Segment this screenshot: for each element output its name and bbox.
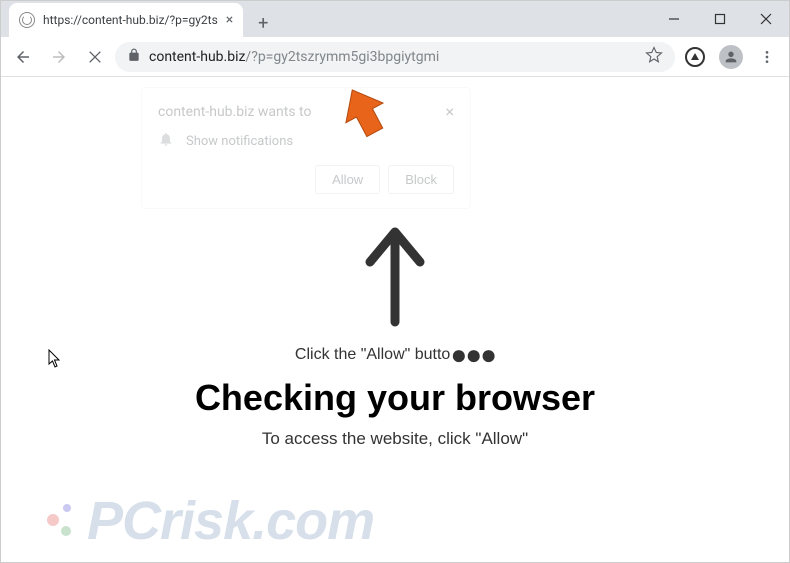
maximize-icon (714, 13, 726, 25)
page-subtext: To access the website, click "Allow" (1, 429, 789, 449)
forward-button[interactable] (43, 41, 75, 73)
new-tab-button[interactable]: + (249, 9, 277, 37)
window-minimize-button[interactable] (651, 3, 697, 35)
star-icon[interactable] (645, 46, 663, 68)
lock-icon (127, 48, 141, 66)
notification-close-icon[interactable]: × (445, 102, 454, 121)
arrow-right-icon (50, 48, 68, 66)
notification-prompt: content-hub.biz wants to × Show notifica… (141, 87, 471, 209)
tab-strip: https://content-hub.biz/?p=gy2ts × + (1, 1, 789, 37)
extension-icon (685, 47, 705, 67)
menu-button[interactable] (751, 41, 783, 73)
kebab-icon (759, 49, 775, 65)
minimize-icon (668, 13, 680, 25)
tab-title: https://content-hub.biz/?p=gy2ts (43, 13, 218, 27)
allow-button[interactable]: Allow (315, 165, 380, 194)
browser-window: https://content-hub.biz/?p=gy2ts × + (0, 0, 790, 563)
x-icon (87, 49, 103, 65)
window-close-button[interactable] (743, 3, 789, 35)
extension-button[interactable] (679, 41, 711, 73)
browser-tab[interactable]: https://content-hub.biz/?p=gy2ts × (9, 3, 243, 37)
close-icon (760, 13, 772, 25)
tab-loading-icon (19, 12, 35, 28)
page-content: content-hub.biz wants to × Show notifica… (1, 77, 789, 562)
watermark: PCrisk.com (41, 490, 374, 552)
url-path: /?p=gy2tszrymm5gi3bpgiytgmi (245, 49, 439, 65)
bell-icon (158, 131, 174, 151)
watermark-logo-icon (41, 494, 95, 548)
animated-dots: ●●● (450, 339, 495, 370)
profile-button[interactable] (715, 41, 747, 73)
url-text: content-hub.biz/?p=gy2tszrymm5gi3bpgiytg… (149, 49, 637, 65)
watermark-text: PCrisk.com (87, 490, 374, 552)
window-maximize-button[interactable] (697, 3, 743, 35)
page-main: Click the "Allow" butto●●● Checking your… (1, 227, 789, 449)
click-allow-text: Click the "Allow" butto●●● (1, 339, 789, 371)
arrow-left-icon (14, 48, 32, 66)
address-bar[interactable]: content-hub.biz/?p=gy2tszrymm5gi3bpgiytg… (115, 42, 675, 72)
block-button[interactable]: Block (388, 165, 454, 194)
tab-close-icon[interactable]: × (226, 12, 233, 28)
plus-icon: + (258, 13, 268, 34)
back-button[interactable] (7, 41, 39, 73)
notification-body: Show notifications (186, 134, 293, 149)
up-arrow-graphic (360, 227, 430, 331)
avatar-icon (719, 45, 743, 69)
annotation-arrow (339, 85, 389, 144)
toolbar: content-hub.biz/?p=gy2tszrymm5gi3bpgiytg… (1, 37, 789, 77)
url-domain: content-hub.biz (149, 49, 245, 65)
page-heading: Checking your browser (1, 377, 789, 419)
stop-button[interactable] (79, 41, 111, 73)
notification-origin: content-hub.biz wants to (158, 104, 311, 120)
